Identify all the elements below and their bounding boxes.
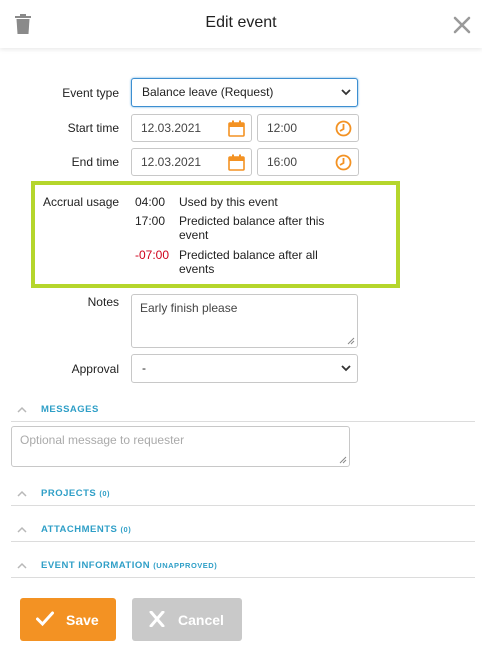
accrual-used-value: 04:00 [135, 195, 166, 209]
chevron-up-icon [17, 490, 27, 497]
chevron-down-icon [341, 365, 351, 372]
close-icon[interactable] [453, 16, 471, 34]
attachments-count: (0) [120, 525, 132, 534]
event-info-title: EVENT INFORMATION (UNAPPROVED) [41, 560, 217, 571]
event-type-label: Event type [62, 86, 119, 100]
resize-handle-icon[interactable] [339, 456, 347, 464]
end-date-value: 12.03.2021 [141, 155, 202, 169]
messages-title: MESSAGES [41, 404, 99, 415]
chevron-up-icon [17, 526, 27, 533]
end-time-label: End time [71, 155, 119, 169]
attachments-title: ATTACHMENTS (0) [41, 524, 131, 535]
start-date-value: 12.03.2021 [141, 121, 202, 135]
resize-handle-icon[interactable] [347, 337, 355, 345]
notes-textarea[interactable]: Early finish please [131, 294, 358, 348]
projects-title: PROJECTS (0) [41, 488, 110, 499]
approval-value: - [142, 361, 146, 375]
projects-count: (0) [99, 489, 111, 498]
notes-value: Early finish please [140, 301, 238, 315]
event-info-title-text: EVENT INFORMATION [41, 560, 151, 571]
message-textarea[interactable]: Optional message to requester [11, 426, 350, 467]
accrual-after-event-value: 17:00 [135, 214, 166, 228]
accrual-usage-label: Accrual usage [43, 195, 120, 209]
event-info-section-header[interactable]: EVENT INFORMATION (UNAPPROVED) [11, 558, 475, 578]
messages-section-header[interactable]: MESSAGES [11, 402, 475, 422]
start-time-value: 12:00 [267, 121, 298, 135]
checkmark-icon [36, 611, 54, 627]
message-placeholder: Optional message to requester [20, 433, 185, 447]
attachments-section-header[interactable]: ATTACHMENTS (0) [11, 522, 475, 542]
calendar-icon[interactable] [228, 154, 245, 171]
cancel-label: Cancel [178, 612, 224, 628]
end-time-input[interactable]: 16:00 [257, 148, 359, 176]
save-label: Save [66, 612, 99, 628]
calendar-icon[interactable] [228, 120, 245, 137]
save-button[interactable]: Save [20, 598, 116, 641]
accrual-after-event-desc: Predicted balance after this event [179, 214, 325, 242]
start-time-input[interactable]: 12:00 [257, 114, 359, 142]
dialog-header: Edit event [0, 0, 482, 48]
projects-title-text: PROJECTS [41, 488, 97, 499]
close-icon [149, 611, 165, 627]
approval-label: Approval [71, 362, 119, 376]
event-type-select[interactable]: Balance leave (Request) [131, 78, 358, 107]
end-date-input[interactable]: 12.03.2021 [131, 148, 252, 176]
projects-section-header[interactable]: PROJECTS (0) [11, 486, 475, 506]
attachments-title-text: ATTACHMENTS [41, 524, 118, 535]
clock-icon[interactable] [335, 120, 352, 137]
accrual-used-desc: Used by this event [179, 195, 278, 209]
clock-icon[interactable] [335, 154, 352, 171]
start-time-label: Start time [67, 121, 119, 135]
notes-label: Notes [87, 295, 119, 309]
accrual-after-all-desc: Predicted balance after all events [179, 248, 318, 276]
dialog-title: Edit event [205, 14, 277, 31]
chevron-down-icon [341, 89, 351, 96]
event-type-value: Balance leave (Request) [142, 85, 274, 99]
chevron-up-icon [17, 406, 27, 413]
accrual-usage-panel: Accrual usage 04:00 Used by this event 1… [31, 181, 400, 288]
event-info-status: (UNAPPROVED) [153, 561, 218, 570]
approval-select[interactable]: - [131, 354, 358, 383]
cancel-button[interactable]: Cancel [132, 598, 242, 641]
start-date-input[interactable]: 12.03.2021 [131, 114, 252, 142]
end-time-value: 16:00 [267, 155, 298, 169]
chevron-up-icon [17, 562, 27, 569]
accrual-after-all-value: -07:00 [135, 248, 170, 262]
